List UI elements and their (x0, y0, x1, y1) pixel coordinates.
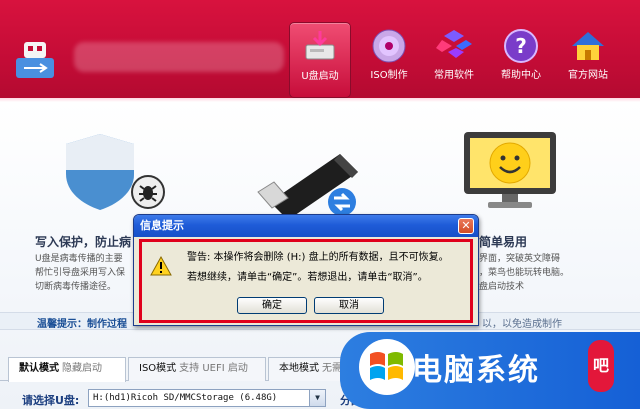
tab-default-mode[interactable]: 默认模式 隐藏启动 (8, 357, 126, 382)
help-question-icon: ? (504, 29, 538, 63)
dialog-title: 信息提示 (134, 215, 478, 237)
dialog-message-warning: 警告: 本操作将会删除 (H:) 盘上的所有数据，且不可恢复。 (187, 252, 449, 263)
nav-label: U盘启动 (301, 71, 339, 82)
disk-select-dropdown[interactable]: H:(hd1)Ricoh SD/MMCStorage (6.48G) ▼ (88, 389, 326, 407)
nav-label: 帮助中心 (501, 70, 541, 81)
nav-usb-boot[interactable]: U盘启动 (289, 22, 351, 98)
feature-desc-protect: U盘是病毒传播的主要 帮忙引导盘采用写入保 切断病毒传播途径。 (35, 254, 126, 292)
disk-select-value: H:(hd1)Ricoh SD/MMCStorage (6.48G) (93, 393, 278, 403)
watermark-text: 电脑系统 (412, 353, 540, 388)
nav-software[interactable]: 常用软件 (423, 22, 485, 98)
chevron-down-icon[interactable]: ▼ (309, 390, 325, 406)
info-dialog: 信息提示 ✕ 警告: 本操作将会删除 (H:) 盘上的所有数据，且不可恢复。 若… (133, 214, 479, 326)
nav-website[interactable]: 官方网站 (557, 22, 619, 98)
shield-bug-icon (66, 134, 165, 210)
ok-button[interactable]: 确定 (237, 297, 307, 314)
windows-logo-icon (359, 339, 415, 395)
watermark-badge: 吧 (588, 340, 614, 392)
monitor-smiley-icon (464, 132, 556, 208)
nav-help[interactable]: ? 帮助中心 (490, 22, 552, 98)
nav-label: 常用软件 (434, 70, 474, 81)
dialog-body: 警告: 本操作将会删除 (H:) 盘上的所有数据，且不可恢复。 若想继续，请单击… (139, 239, 473, 323)
warning-icon (150, 256, 172, 276)
tip-text-right: 以，以免造成制作 (482, 319, 562, 330)
disk-select-label: 请选择U盘: (22, 394, 80, 407)
usb-disk-icon (305, 31, 335, 60)
usb-logo-icon (16, 42, 54, 78)
cd-disc-icon (372, 29, 406, 63)
dialog-message-instruction: 若想继续，请单击“确定”。若想退出，请单击“取消”。 (187, 272, 428, 283)
tip-text-left: 温馨提示：制作过程 (37, 319, 127, 330)
nav-label: ISO制作 (370, 70, 408, 81)
usb-stick-icon (257, 154, 358, 220)
feature-title-protect: 写入保护，防止病 (35, 235, 132, 249)
close-icon[interactable]: ✕ (458, 218, 474, 234)
home-house-icon (572, 32, 604, 60)
feature-title-easy: 简单易用 (479, 235, 528, 249)
app-title-blurred (74, 42, 284, 72)
svg-text:?: ? (515, 34, 527, 58)
cancel-button[interactable]: 取消 (314, 297, 384, 314)
tab-local-mode[interactable]: 本地模式 无需U (268, 357, 348, 381)
tab-iso-mode[interactable]: ISO模式 支持 UEFI 启动 (128, 357, 266, 381)
nav-iso[interactable]: ISO制作 (358, 22, 420, 98)
cubes-icon (436, 30, 472, 58)
nav-label: 官方网站 (568, 70, 608, 81)
feature-desc-easy: 界面，突破英文障碍 ，菜鸟也能玩转电脑。 盘启动技术 (479, 254, 570, 292)
header-bar: U盘启动 ISO制作 常用软件 ? 帮助中心 官方网站 (0, 0, 640, 102)
